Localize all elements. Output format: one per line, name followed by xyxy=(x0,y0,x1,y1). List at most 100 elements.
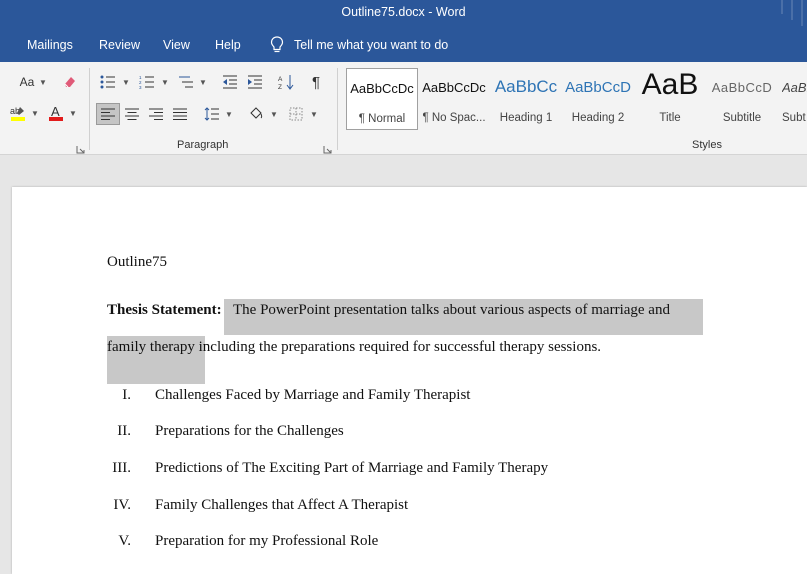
align-right-icon xyxy=(149,108,163,120)
style-name: ¶ No Spac... xyxy=(422,112,486,124)
svg-text:A: A xyxy=(51,104,60,119)
chevron-down-icon: ▼ xyxy=(161,78,169,87)
pilcrow-label: ¶ xyxy=(311,73,321,91)
chevron-down-icon: ▼ xyxy=(122,78,130,87)
tab-help[interactable]: Help xyxy=(215,38,241,52)
font-color-button[interactable]: A xyxy=(44,102,68,124)
align-center-icon xyxy=(125,108,139,120)
outline-number: IV. xyxy=(113,497,131,513)
numbered-list-icon: 1 2 3 xyxy=(139,75,154,89)
style-heading-1[interactable]: AaBbCc Heading 1 xyxy=(490,68,562,130)
decrease-indent-button[interactable] xyxy=(218,71,242,93)
lightbulb-icon xyxy=(270,36,284,53)
style-sample: AaBbCcD xyxy=(565,79,631,96)
style-name: Heading 1 xyxy=(499,112,553,124)
title-bar: Outline75.docx - Word xyxy=(0,0,807,28)
font-dialog-launcher[interactable] xyxy=(76,141,85,154)
shading-button[interactable] xyxy=(244,103,268,125)
chevron-down-icon: ▼ xyxy=(270,110,278,119)
chevron-down-icon: ▼ xyxy=(310,110,318,119)
thesis-line-2: family therapy including the preparation… xyxy=(107,339,601,356)
style-title[interactable]: AaB Title xyxy=(634,68,706,130)
bullet-list-icon xyxy=(100,75,115,89)
style-normal[interactable]: AaBbCcDc ¶ Normal xyxy=(346,68,418,130)
window-decoration-icon xyxy=(781,0,803,26)
tab-review[interactable]: Review xyxy=(99,38,140,52)
paragraph-dialog-launcher[interactable] xyxy=(323,141,332,154)
outline-item: Preparations for the Challenges xyxy=(155,423,344,439)
font-color-icon: A xyxy=(49,104,63,121)
increase-indent-icon xyxy=(248,75,262,89)
increase-indent-button[interactable] xyxy=(243,71,267,93)
style-sample: AaBbCcD xyxy=(711,80,773,95)
align-left-icon xyxy=(101,108,115,120)
svg-text:Z: Z xyxy=(278,84,282,90)
borders-button[interactable] xyxy=(284,103,308,125)
outline-item: Predictions of The Exciting Part of Marr… xyxy=(155,460,549,476)
show-formatting-marks-button[interactable]: ¶ xyxy=(304,71,328,93)
outline-item: Family Challenges that Affect A Therapis… xyxy=(155,497,409,513)
style-name: Subtitle xyxy=(722,112,762,124)
align-center-button[interactable] xyxy=(120,103,144,125)
align-left-button[interactable] xyxy=(96,103,120,125)
dialog-launcher-icon xyxy=(323,146,332,154)
line-spacing-button[interactable] xyxy=(200,103,224,125)
document-area[interactable]: Outline75 Thesis Statement: The PowerPoi… xyxy=(0,155,807,574)
multilevel-list-button[interactable] xyxy=(174,71,198,93)
svg-text:A: A xyxy=(278,76,283,83)
style-name: Subt xyxy=(782,112,806,124)
outline-number: V. xyxy=(118,533,131,549)
style-name: ¶ Normal xyxy=(358,113,406,125)
style-heading-2[interactable]: AaBbCcD Heading 2 xyxy=(562,68,634,130)
text-highlight-color-button[interactable]: ab xyxy=(6,102,30,124)
eraser-icon xyxy=(64,77,75,88)
highlighter-icon: ab xyxy=(10,106,25,121)
align-right-button[interactable] xyxy=(144,103,168,125)
group-divider xyxy=(89,68,90,150)
numbering-button[interactable]: 1 2 3 xyxy=(135,71,159,93)
document-heading: Outline75 xyxy=(107,254,167,270)
tell-me-search[interactable]: Tell me what you want to do xyxy=(270,36,448,54)
sort-icon: A Z xyxy=(278,75,294,90)
document-page[interactable]: Outline75 Thesis Statement: The PowerPoi… xyxy=(12,187,807,574)
line-spacing-icon xyxy=(204,107,219,121)
justify-icon xyxy=(173,108,187,120)
change-case-button[interactable]: Aa xyxy=(14,71,40,93)
chevron-down-icon: ▼ xyxy=(39,78,47,87)
style-sample: AaBbCc xyxy=(494,77,558,96)
outline-number: II. xyxy=(117,423,131,439)
decrease-indent-icon xyxy=(223,75,237,89)
clear-formatting-button[interactable] xyxy=(58,71,82,93)
svg-text:3: 3 xyxy=(139,85,142,89)
style-sample: AaBbCcDc xyxy=(422,80,486,95)
tab-mailings[interactable]: Mailings xyxy=(27,38,73,52)
ribbon: Aa ▼ ab ▼ A ▼ ▼ 1 2 3 ▼ ▼ A Z ¶ ▼ ▼ ▼ Pa… xyxy=(0,62,807,155)
thesis-line-1: The PowerPoint presentation talks about … xyxy=(233,302,670,318)
paint-bucket-icon xyxy=(250,107,263,119)
style-no-spacing[interactable]: AaBbCcDc ¶ No Spac... xyxy=(418,68,490,130)
style-subtitle[interactable]: AaBbCcD Subtitle xyxy=(706,68,778,130)
ribbon-tab-bar: Mailings Review View Help Tell me what y… xyxy=(0,28,807,62)
styles-gallery: AaBbCcDc ¶ Normal AaBbCcDc ¶ No Spac... … xyxy=(346,68,807,130)
style-sample: AaB xyxy=(641,68,699,101)
window-title: Outline75.docx - Word xyxy=(341,5,466,19)
paragraph-group-label: Paragraph xyxy=(177,139,229,151)
tell-me-label: Tell me what you want to do xyxy=(294,38,449,52)
outline-number: I. xyxy=(122,387,131,403)
thesis-line-2-rest: including the preparations required for … xyxy=(194,339,602,355)
change-case-label: Aa xyxy=(19,75,35,89)
style-name: Title xyxy=(659,112,681,124)
outline-item: Preparation for my Professional Role xyxy=(155,533,379,549)
style-subtle-emphasis[interactable]: AaBl Subt xyxy=(778,68,807,130)
chevron-down-icon: ▼ xyxy=(199,78,207,87)
chevron-down-icon: ▼ xyxy=(225,110,233,119)
chevron-down-icon: ▼ xyxy=(69,109,77,118)
chevron-down-icon: ▼ xyxy=(31,109,39,118)
multilevel-list-icon xyxy=(179,76,193,88)
justify-button[interactable] xyxy=(168,103,192,125)
bullets-button[interactable] xyxy=(96,71,120,93)
group-divider xyxy=(337,68,338,150)
style-sample: AaBbCcDc xyxy=(350,81,414,96)
tab-view[interactable]: View xyxy=(163,38,190,52)
sort-button[interactable]: A Z xyxy=(274,71,298,93)
